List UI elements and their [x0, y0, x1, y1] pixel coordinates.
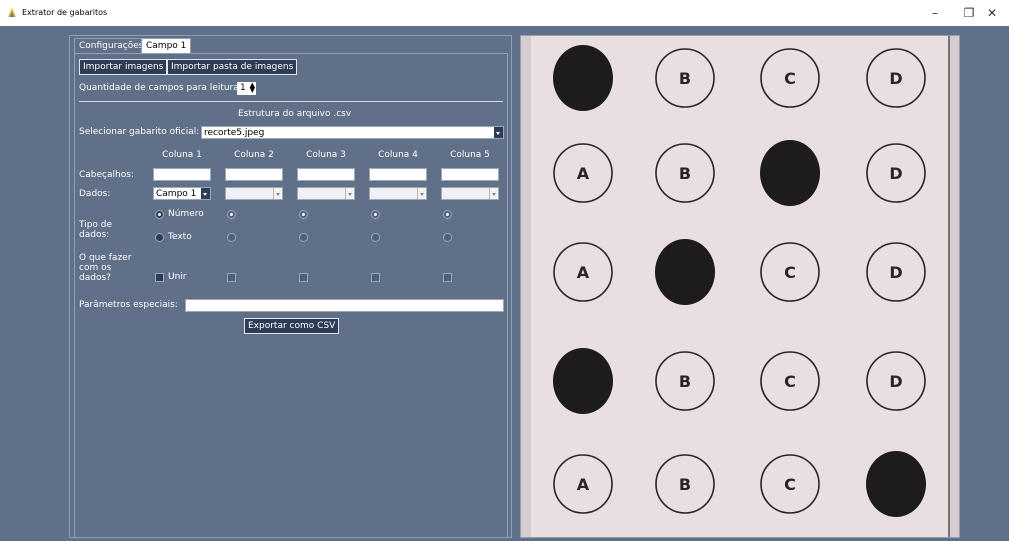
action-label-2: com os	[79, 263, 112, 273]
fields-count-label: Quantidade de campos para leitura:	[79, 83, 242, 93]
radio-text-label: Texto	[168, 232, 192, 242]
chevron-down-icon	[345, 188, 354, 199]
data-select-1-value: Campo 1	[156, 189, 197, 199]
bubble-letter: A	[577, 263, 590, 282]
header-input-1[interactable]	[153, 168, 211, 181]
column-header-1: Coluna 1	[162, 150, 202, 160]
radio-text-col5[interactable]	[443, 233, 452, 242]
fields-count-value: 1	[240, 83, 246, 93]
radio-number-col3[interactable]	[299, 210, 308, 219]
bubble-letter: A	[577, 475, 590, 494]
filled-mark	[760, 140, 820, 206]
action-label-1: O que fazer	[79, 253, 132, 263]
tab-configuracoes[interactable]: Configurações	[74, 38, 149, 53]
merge-checkbox-col4[interactable]	[371, 273, 380, 282]
data-row-label: Dados:	[79, 189, 111, 199]
title-bar: Extrator de gabaritos – ❐ ✕	[0, 0, 1009, 26]
header-input-2[interactable]	[225, 168, 283, 181]
bubble-letter: B	[679, 69, 691, 88]
data-select-3[interactable]	[297, 187, 355, 200]
merge-checkbox-col5[interactable]	[443, 273, 452, 282]
header-input-5[interactable]	[441, 168, 499, 181]
data-select-5[interactable]	[441, 187, 499, 200]
radio-text-col3[interactable]	[299, 233, 308, 242]
radio-number-label: Número	[168, 209, 204, 219]
radio-number-col1[interactable]	[155, 210, 164, 219]
chevron-down-icon[interactable]	[201, 188, 210, 199]
filled-mark	[553, 348, 613, 414]
special-params-input[interactable]	[185, 299, 504, 312]
bubble-3-b	[655, 239, 715, 305]
tab-campo-1[interactable]: Campo 1	[141, 38, 192, 53]
column-header-3: Coluna 3	[306, 150, 346, 160]
merge-checkbox-col2[interactable]	[227, 273, 236, 282]
app-icon	[8, 8, 16, 17]
answer-sheet: B C D A B D A C D B C D A B C	[521, 36, 959, 537]
export-csv-button[interactable]: Exportar como CSV	[244, 318, 340, 334]
column-header-2: Coluna 2	[234, 150, 274, 160]
spinner-arrows-icon[interactable]: ▲ ▼	[250, 82, 255, 94]
radio-number-col4[interactable]	[371, 210, 380, 219]
bubble-1-a	[553, 45, 613, 111]
official-key-value: recorte5.jpeg	[204, 128, 265, 138]
filled-mark	[866, 451, 926, 517]
config-panel: Configurações Campo 1 Importar imagens I…	[69, 35, 512, 538]
merge-checkbox-col3[interactable]	[299, 273, 308, 282]
answer-sheet-image: B C D A B D A C D B C D A B C	[520, 35, 960, 538]
close-icon[interactable]: ✕	[975, 0, 1009, 26]
chevron-down-icon	[489, 188, 498, 199]
bubble-letter: D	[889, 164, 902, 183]
bubble-letter: D	[889, 263, 902, 282]
filled-mark	[655, 239, 715, 305]
bubble-letter: C	[784, 475, 796, 494]
chevron-down-icon	[273, 188, 282, 199]
bubble-5-d	[866, 451, 926, 517]
bubble-letter: B	[679, 372, 691, 391]
import-images-button[interactable]: Importar imagens	[79, 59, 168, 75]
bubble-4-a	[553, 348, 613, 414]
bubble-letter: D	[889, 372, 902, 391]
column-header-5: Coluna 5	[450, 150, 490, 160]
column-header-4: Coluna 4	[378, 150, 418, 160]
window-title: Extrator de gabaritos	[22, 8, 108, 17]
chevron-down-icon	[417, 188, 426, 199]
data-type-label-2: dados:	[79, 230, 110, 240]
bubble-letter: A	[577, 164, 590, 183]
special-params-label: Parâmetros especiais:	[79, 300, 178, 310]
radio-number-col5[interactable]	[443, 210, 452, 219]
divider	[79, 101, 503, 102]
bubble-letter: C	[784, 263, 796, 282]
minimize-icon[interactable]: –	[918, 0, 952, 26]
merge-checkbox-col1[interactable]	[155, 273, 164, 282]
data-type-label-1: Tipo de	[79, 220, 113, 230]
official-key-label: Selecionar gabarito oficial:	[79, 127, 200, 137]
radio-text-col4[interactable]	[371, 233, 380, 242]
bubble-letter: B	[679, 164, 691, 183]
bubble-letter: B	[679, 475, 691, 494]
data-select-1[interactable]: Campo 1	[153, 187, 211, 200]
bubble-letter: D	[889, 69, 902, 88]
header-input-3[interactable]	[297, 168, 355, 181]
tab-content: Importar imagens Importar pasta de image…	[74, 53, 508, 538]
chevron-down-icon[interactable]	[494, 127, 503, 138]
header-input-4[interactable]	[369, 168, 427, 181]
radio-text-col1[interactable]	[155, 233, 164, 242]
official-key-select[interactable]: recorte5.jpeg	[201, 126, 504, 139]
action-label-3: dados?	[79, 273, 111, 283]
filled-mark	[553, 45, 613, 111]
radio-number-col2[interactable]	[227, 210, 236, 219]
radio-text-col2[interactable]	[227, 233, 236, 242]
data-select-4[interactable]	[369, 187, 427, 200]
bubble-letter: C	[784, 372, 796, 391]
fields-count-spinner[interactable]: 1 ▲ ▼	[237, 82, 256, 95]
bubble-2-c	[760, 140, 820, 206]
bubble-letter: C	[784, 69, 796, 88]
data-select-2[interactable]	[225, 187, 283, 200]
csv-section-title: Estrutura do arquivo .csv	[238, 109, 352, 119]
import-folder-button[interactable]: Importar pasta de imagens	[167, 59, 298, 75]
headers-row-label: Cabeçalhos:	[79, 170, 134, 180]
merge-checkbox-label: Unir	[168, 272, 187, 282]
